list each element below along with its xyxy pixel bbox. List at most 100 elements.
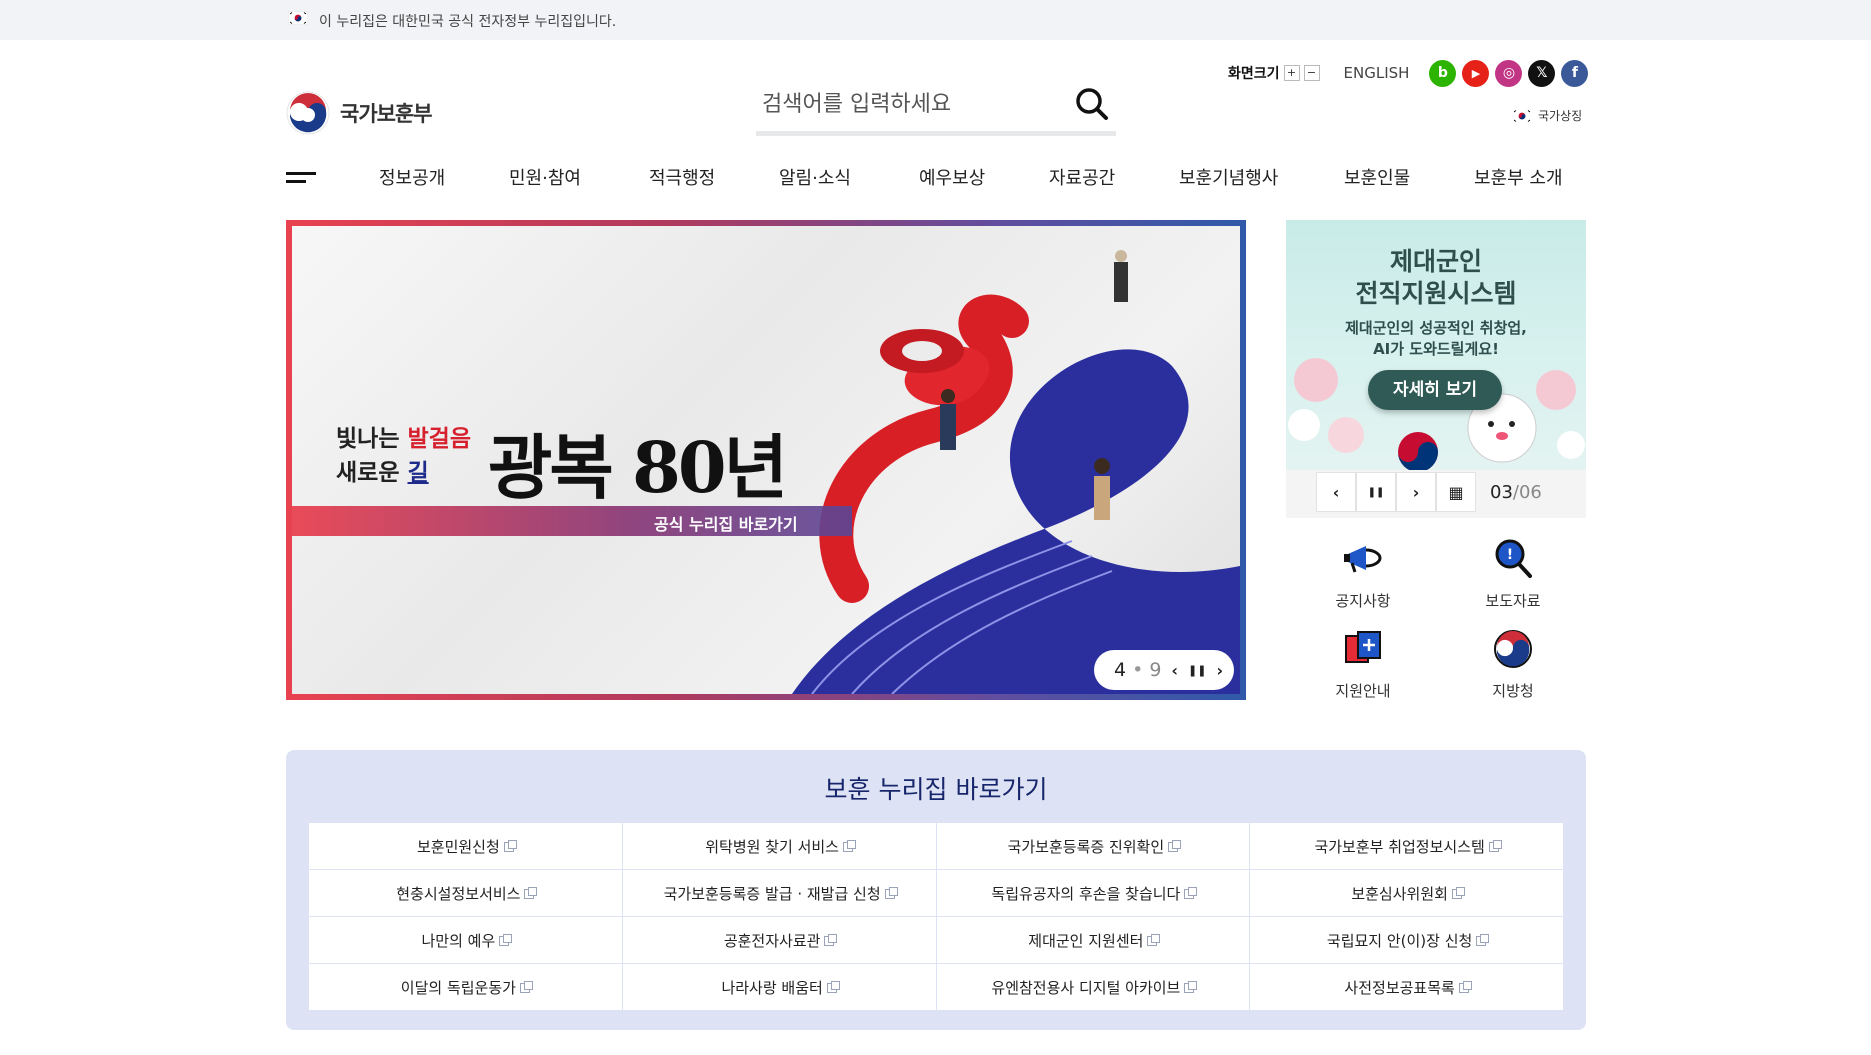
- facebook-icon[interactable]: f: [1561, 59, 1589, 87]
- quick-link-regional[interactable]: 지방청: [1448, 626, 1578, 701]
- nav-item-info-disclosure[interactable]: 정보공개: [379, 164, 509, 190]
- external-link-icon: [503, 840, 517, 852]
- banner-link-label: 공식 누리집 바로가기: [654, 515, 798, 534]
- nav-item-active-admin[interactable]: 적극행정: [649, 164, 779, 190]
- nav-item-memorial-events[interactable]: 보훈기념행사: [1179, 164, 1344, 190]
- shortcut-link[interactable]: 공훈전자사료관: [621, 916, 937, 964]
- megaphone-icon: [1344, 546, 1382, 573]
- shortcut-links-section: 보훈 누리집 바로가기 보훈민원신청 위탁병원 찾기 서비스 국가보훈등록증 진…: [286, 750, 1586, 1030]
- nav-item-heroes[interactable]: 보훈인물: [1344, 164, 1474, 190]
- banner-total-pages: 9: [1149, 659, 1162, 681]
- main-banner[interactable]: 빛나는 발걸음 새로운 길 광복 80년 공식 누리집 바로가기 4 • 9 ‹…: [286, 220, 1246, 700]
- social-links: b ▶ ◎ 𝕏 f: [1423, 59, 1589, 87]
- shortcut-link[interactable]: 이달의 독립운동가: [308, 963, 623, 1011]
- site-logo[interactable]: 국가보훈부: [286, 91, 433, 135]
- main-navigation: 정보공개 민원·참여 적극행정 알림·소식 예우보상 자료공간 보훈기념행사 보…: [286, 160, 1586, 194]
- nav-item-compensation[interactable]: 예우보상: [919, 164, 1049, 190]
- shortcut-link[interactable]: 국가보훈등록증 진위확인: [935, 822, 1251, 870]
- side-banner-title: 제대군인 전직지원시스템: [1355, 247, 1517, 308]
- external-link-icon: [884, 887, 898, 899]
- banner-page-separator: •: [1132, 659, 1144, 681]
- table-row: 보훈민원신청 위탁병원 찾기 서비스 국가보훈등록증 진위확인 국가보훈부 취업…: [308, 822, 1564, 870]
- side-banner: 제대군인 전직지원시스템 제대군인의 성공적인 취창업, AI가 도와드릴게요!…: [1286, 220, 1586, 518]
- external-link-icon: [519, 981, 533, 993]
- quick-link-label: 공지사항: [1335, 592, 1391, 610]
- korea-flag-icon: [1512, 108, 1532, 123]
- shortcut-link[interactable]: 보훈민원신청: [308, 822, 623, 870]
- search-input[interactable]: 검색어를 입력하세요: [762, 86, 951, 118]
- banner-title: 광복 80년: [488, 426, 788, 509]
- svg-text:!: !: [1507, 547, 1513, 563]
- quick-link-label: 보도자료: [1485, 592, 1541, 610]
- banner-link-strip[interactable]: 공식 누리집 바로가기: [292, 506, 852, 536]
- national-symbol-label: 국가상징: [1538, 109, 1583, 123]
- utility-bar: 화면크기 + − ENGLISH b ▶ ◎ 𝕏 f: [1228, 59, 1589, 87]
- external-link-icon: [1476, 934, 1490, 946]
- youtube-icon[interactable]: ▶: [1462, 59, 1490, 87]
- shortcut-link[interactable]: 유엔참전용사 디지털 아카이브: [935, 963, 1251, 1011]
- gov-notice-text: 이 누리집은 대한민국 공식 전자정부 누리집입니다.: [319, 14, 617, 30]
- side-banner-pause-button[interactable]: ❚❚: [1356, 472, 1396, 512]
- shortcut-links-table: 보훈민원신청 위탁병원 찾기 서비스 국가보훈등록증 진위확인 국가보훈부 취업…: [308, 822, 1564, 1011]
- shortcut-link[interactable]: 위탁병원 찾기 서비스: [621, 822, 937, 870]
- shortcut-link[interactable]: 국립묘지 안(이)장 신청: [1249, 916, 1564, 964]
- shortcut-link[interactable]: 국가보훈부 취업정보시스템: [1249, 822, 1564, 870]
- national-symbol-link[interactable]: 국가상징: [1512, 107, 1582, 124]
- x-icon[interactable]: 𝕏: [1528, 59, 1556, 87]
- shortcut-links-title: 보훈 누리집 바로가기: [824, 775, 1048, 804]
- external-link-icon: [1488, 840, 1502, 852]
- hamburger-menu-icon[interactable]: [286, 170, 316, 186]
- side-banner-ad[interactable]: 제대군인 전직지원시스템 제대군인의 성공적인 취창업, AI가 도와드릴게요!…: [1286, 220, 1586, 470]
- taegeuk-icon: [1494, 630, 1532, 668]
- nav-item-about[interactable]: 보훈부 소개: [1474, 164, 1563, 190]
- shortcut-link[interactable]: 사전정보공표목록: [1249, 963, 1564, 1011]
- external-link-icon: [524, 887, 538, 899]
- shortcut-link[interactable]: 나만의 예우: [308, 916, 623, 964]
- quick-link-notice[interactable]: 공지사항: [1298, 536, 1428, 611]
- shortcut-link[interactable]: 독립유공자의 후손을 찾습니다: [935, 869, 1251, 917]
- nav-item-civil-petition[interactable]: 민원·참여: [509, 164, 649, 190]
- shortcut-link[interactable]: 제대군인 지원센터: [935, 916, 1251, 964]
- external-link-icon: [1184, 887, 1198, 899]
- zoom-in-button[interactable]: +: [1283, 65, 1300, 81]
- banner-next-button[interactable]: ›: [1216, 661, 1223, 680]
- korea-flag-icon: [288, 11, 308, 25]
- table-row: 나만의 예우 공훈전자사료관 제대군인 지원센터 국립묘지 안(이)장 신청: [308, 916, 1564, 964]
- search-icon[interactable]: [1074, 86, 1110, 122]
- instagram-icon[interactable]: ◎: [1495, 59, 1523, 87]
- external-link-icon: [499, 934, 513, 946]
- quick-link-press[interactable]: ! 보도자료: [1448, 536, 1578, 611]
- external-link-icon: [1184, 981, 1198, 993]
- english-link[interactable]: ENGLISH: [1344, 64, 1410, 82]
- side-banner-detail-button[interactable]: 자세히 보기: [1368, 370, 1502, 410]
- quick-link-support[interactable]: 지원안내: [1298, 626, 1428, 701]
- mpva-logo-icon: [286, 91, 330, 135]
- shortcut-link[interactable]: 현충시설정보서비스: [308, 869, 623, 917]
- banner-controls: 4 • 9 ‹ ❚❚ ›: [1094, 650, 1234, 690]
- nav-item-news[interactable]: 알림·소식: [779, 164, 919, 190]
- external-link-icon: [1451, 887, 1465, 899]
- table-row: 현충시설정보서비스 국가보훈등록증 발급 · 재발급 신청 독립유공자의 후손을…: [308, 869, 1564, 917]
- zoom-out-button[interactable]: −: [1303, 65, 1320, 81]
- external-link-icon: [1458, 981, 1472, 993]
- shortcut-link[interactable]: 국가보훈등록증 발급 · 재발급 신청: [621, 869, 937, 917]
- search-box[interactable]: 검색어를 입력하세요: [756, 80, 1116, 136]
- side-banner-pager: ‹ ❚❚ › ▦ 03/06: [1316, 472, 1542, 512]
- external-link-icon: [824, 934, 838, 946]
- external-link-icon: [1168, 840, 1182, 852]
- side-banner-counter: 03/06: [1490, 481, 1542, 503]
- side-banner-prev-button[interactable]: ‹: [1316, 472, 1356, 512]
- external-link-icon: [826, 981, 840, 993]
- support-icon: [1345, 631, 1381, 663]
- table-row: 이달의 독립운동가 나라사랑 배움터 유엔참전용사 디지털 아카이브 사전정보공…: [308, 963, 1564, 1011]
- banner-pause-button[interactable]: ❚❚: [1188, 664, 1206, 677]
- shortcut-link[interactable]: 보훈심사위원회: [1249, 869, 1564, 917]
- external-link-icon: [843, 840, 856, 852]
- blog-icon[interactable]: b: [1429, 59, 1457, 87]
- banner-prev-button[interactable]: ‹: [1171, 661, 1178, 680]
- shortcut-link[interactable]: 나라사랑 배움터: [621, 963, 937, 1011]
- nav-item-resources[interactable]: 자료공간: [1049, 164, 1179, 190]
- gov-notice-bar: 이 누리집은 대한민국 공식 전자정부 누리집입니다.: [0, 0, 1871, 40]
- side-banner-next-button[interactable]: ›: [1396, 472, 1436, 512]
- side-banner-all-button[interactable]: ▦: [1436, 472, 1476, 512]
